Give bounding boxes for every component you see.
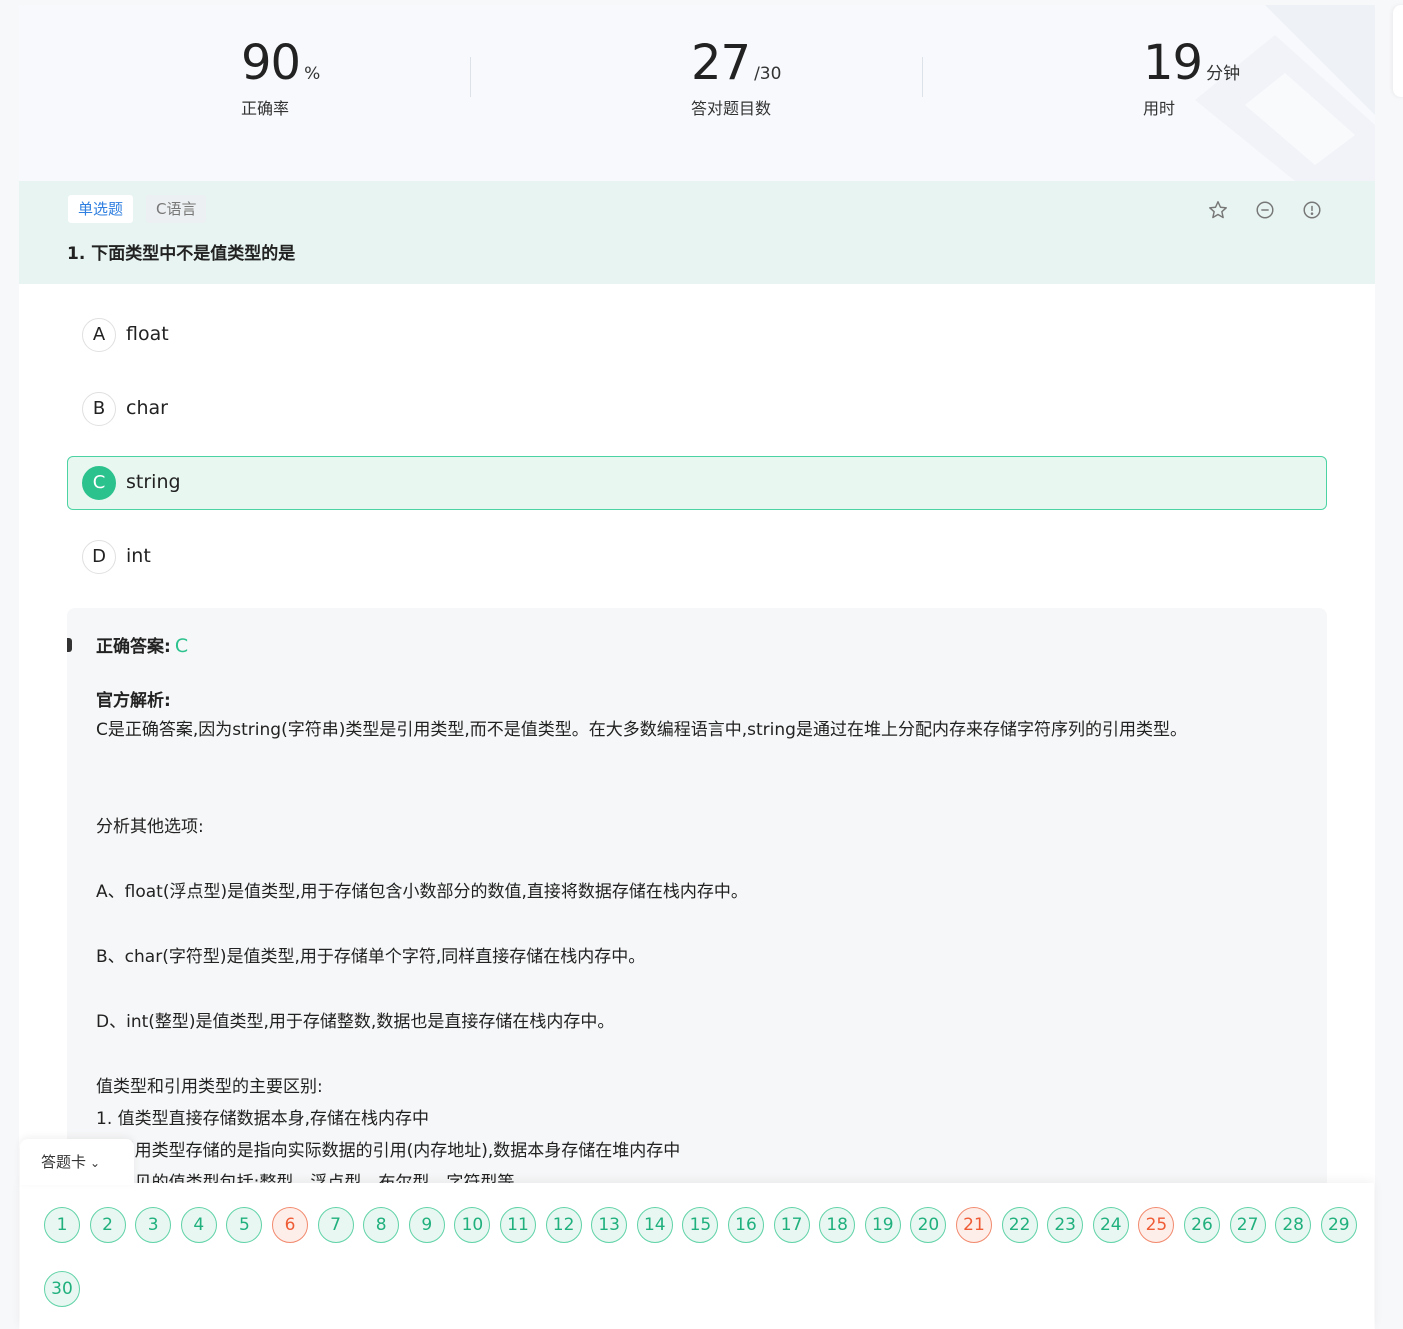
question-number-button[interactable]: 25 (1138, 1207, 1175, 1243)
question-header: 单选题 C语言 1. 下面类型中不是值类型的是 (19, 181, 1375, 284)
time-label: 用时 (1143, 99, 1176, 118)
question-number-button[interactable]: 26 (1184, 1207, 1220, 1243)
question-number-button[interactable]: 5 (226, 1207, 263, 1243)
answer-sheet: 1 2 3 4 5 6 7 8 9 10 11 12 13 14 15 16 17 18 19 20 21 22 23 24 2… (20, 1183, 1374, 1329)
explanation-title: 官方解析: (96, 691, 171, 711)
correct-answer: 正确答案: C (96, 632, 188, 657)
explanation-paragraph: 2. 引用类型存储的是指向实际数据的引用(内存地址),数据本身存储在堆内存中 (96, 1141, 681, 1161)
time-unit: 分钟 (1206, 64, 1241, 84)
question-type-tag: 单选题 (68, 195, 134, 223)
stat-time: 19 分钟 用时 (1143, 35, 1240, 119)
question-number-button[interactable]: 14 (636, 1207, 673, 1243)
explanation-paragraph: D、int(整型)是值类型,用于存储整数,数据也是直接存储在栈内存中。 (96, 1012, 615, 1032)
option-letter: A (82, 318, 116, 352)
alert-circle-icon[interactable] (1301, 199, 1323, 221)
question-number-button[interactable]: 15 (682, 1207, 719, 1243)
question-number-button[interactable]: 13 (591, 1207, 628, 1243)
answer-sheet-label: 答题卡 (41, 1153, 87, 1171)
accuracy-unit: % (304, 64, 321, 84)
explanation-paragraph: 值类型和引用类型的主要区别: (96, 1077, 323, 1097)
option-letter: C (82, 466, 116, 500)
question-number-button[interactable]: 2 (89, 1207, 126, 1243)
question-number-button[interactable]: 28 (1275, 1207, 1312, 1243)
explanation-paragraph: B、char(字符型)是值类型,用于存储单个字符,同样直接存储在栈内存中。 (96, 947, 646, 967)
explanation-paragraph: 1. 值类型直接存储数据本身,存储在栈内存中 (96, 1109, 430, 1129)
question-number-button[interactable]: 9 (408, 1207, 445, 1243)
explanation-paragraph: A、float(浮点型)是值类型,用于存储包含小数部分的数值,直接将数据存储在栈… (96, 882, 748, 902)
option-text: float (126, 323, 169, 345)
correct-answer-label: 正确答案: (96, 637, 171, 657)
answer-sheet-toggle[interactable]: 答题卡 ⌄ (20, 1139, 134, 1185)
section-marker (67, 638, 72, 652)
app: 90% 正确率 27/30 答对题目数 19 分钟 用时 单选题 C语言 1. 下… (0, 0, 1403, 1329)
correct-answer-value: C (174, 635, 189, 657)
option-text: int (126, 545, 151, 567)
accuracy-value: 90 (241, 35, 301, 91)
question-number-button[interactable]: 29 (1320, 1207, 1357, 1243)
question-number-button[interactable]: 12 (545, 1207, 582, 1243)
side-panel-edge (1393, 5, 1403, 97)
option-letter: D (82, 540, 116, 574)
question-number-button[interactable]: 3 (135, 1207, 172, 1243)
chevron-down-icon: ⌄ (90, 1156, 101, 1170)
question-number-button[interactable]: 6 (272, 1207, 308, 1243)
stats-header: 90% 正确率 27/30 答对题目数 19 分钟 用时 (19, 5, 1375, 181)
question-number-button[interactable]: 8 (363, 1207, 400, 1243)
option-text: string (126, 471, 181, 493)
result-card: 90% 正确率 27/30 答对题目数 19 分钟 用时 单选题 C语言 1. 下… (19, 5, 1375, 1329)
correct-unit: /30 (754, 64, 782, 84)
question-number-button[interactable]: 17 (773, 1207, 810, 1243)
correct-label: 答对题目数 (691, 99, 772, 118)
explanation-paragraph: C是正确答案,因为string(字符串)类型是引用类型,而不是值类型。在大多数编… (96, 720, 1187, 740)
question-number-button[interactable]: 27 (1229, 1207, 1266, 1243)
accuracy-label: 正确率 (241, 99, 290, 118)
correct-value: 27 (691, 35, 751, 91)
question-number-button[interactable]: 24 (1092, 1207, 1129, 1243)
option-c[interactable]: C string (67, 456, 1327, 510)
option-letter: B (82, 392, 116, 426)
question-number-button[interactable]: 18 (819, 1207, 856, 1243)
stat-accuracy: 90% 正确率 (241, 35, 320, 119)
explanation-paragraph: 分析其他选项: (96, 817, 204, 837)
option-text: char (126, 397, 168, 419)
minus-circle-icon[interactable] (1254, 199, 1276, 221)
question-number-button[interactable]: 16 (728, 1207, 764, 1243)
star-icon[interactable] (1207, 199, 1229, 221)
stat-correct: 27/30 答对题目数 (691, 35, 781, 119)
question-number-button[interactable]: 19 (864, 1207, 901, 1243)
stat-divider (922, 57, 923, 97)
question-number-button[interactable]: 20 (910, 1207, 947, 1243)
question-number-button[interactable]: 10 (454, 1207, 491, 1243)
option-d[interactable]: D int (67, 530, 1327, 584)
question-number-button[interactable]: 22 (1001, 1207, 1038, 1243)
time-value: 19 (1143, 35, 1203, 91)
question-number-button[interactable]: 23 (1047, 1207, 1084, 1243)
question-number-button[interactable]: 11 (500, 1207, 536, 1243)
question-title: 1. 下面类型中不是值类型的是 (67, 244, 296, 264)
option-b[interactable]: B char (67, 382, 1327, 436)
question-number-button[interactable]: 21 (956, 1207, 992, 1243)
question-number-button[interactable]: 7 (317, 1207, 354, 1243)
question-number-button[interactable]: 4 (180, 1207, 217, 1243)
option-a[interactable]: A float (67, 308, 1327, 362)
question-number-button[interactable]: 1 (44, 1207, 80, 1243)
stat-divider (470, 57, 471, 97)
language-tag: C语言 (146, 195, 207, 223)
question-number-button[interactable]: 30 (44, 1271, 80, 1307)
